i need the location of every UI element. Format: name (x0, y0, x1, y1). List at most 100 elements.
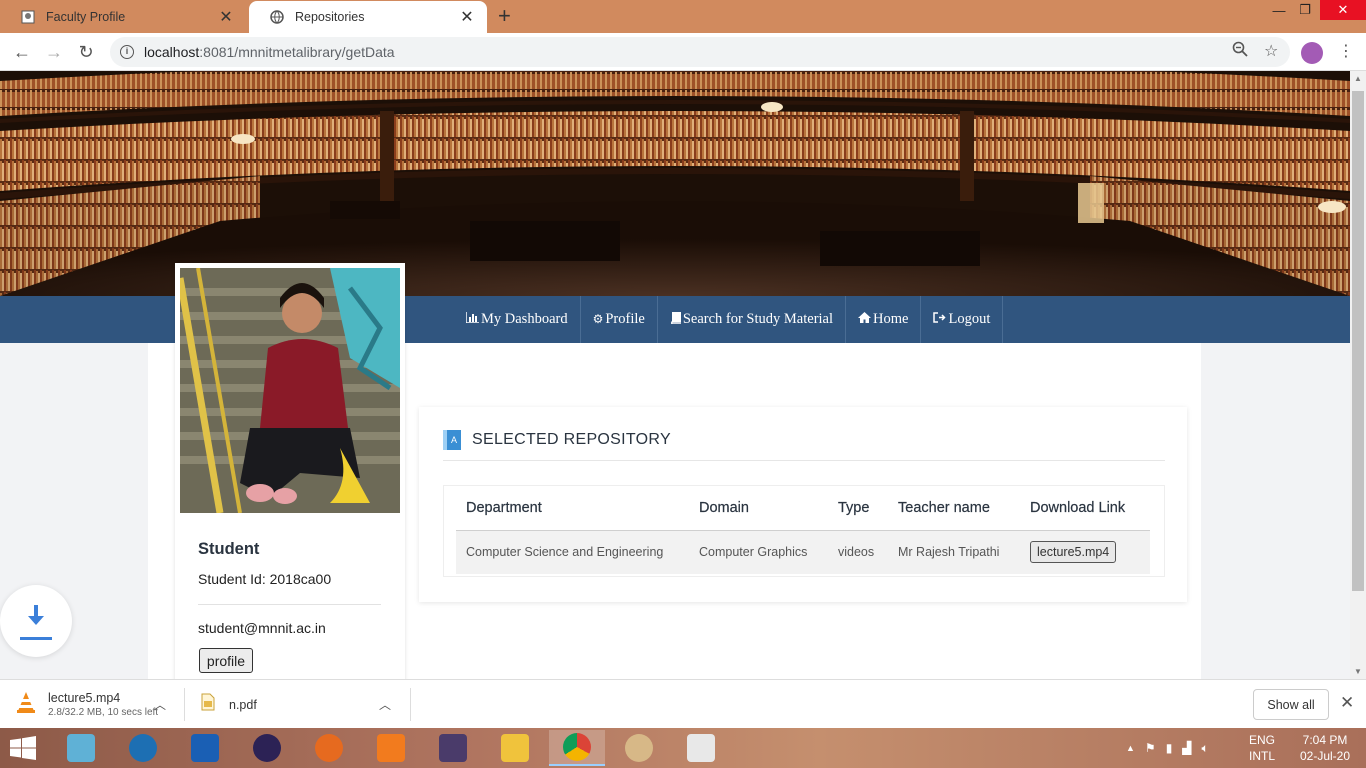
pdf-app-icon (377, 734, 405, 762)
taskbar-app-java-ide[interactable] (425, 730, 481, 766)
forward-arrow-icon[interactable]: → (42, 41, 66, 63)
taskbar-app-viewer[interactable] (673, 730, 729, 766)
download-filename: lecture5.mp4 (48, 691, 121, 705)
clock-time: 7:04 PM (1302, 733, 1348, 747)
tray-wifi-icon[interactable]: ▟ (1182, 741, 1191, 755)
site-info-icon[interactable]: i (120, 45, 134, 59)
book-icon (670, 310, 682, 328)
tray-expand-icon[interactable]: ▲ (1126, 743, 1135, 753)
pdf-file-icon (201, 693, 215, 716)
chevron-up-icon[interactable]: ︿ (379, 696, 391, 713)
taskbar-app-defender[interactable] (177, 730, 233, 766)
taskbar-app-pdf[interactable] (363, 730, 419, 766)
restore-icon[interactable]: ❐ (1294, 0, 1316, 20)
site-favicon-icon (20, 9, 36, 25)
download-separator (410, 688, 411, 721)
repository-table: Department Domain Type Teacher name Down… (456, 486, 1150, 574)
shield-app-icon (191, 734, 219, 762)
language-top: ENG (1249, 733, 1276, 747)
profile-avatar-icon[interactable] (1301, 42, 1323, 64)
window-close-icon[interactable]: ✕ (1320, 0, 1366, 20)
windows-taskbar: ▲ ⚑ ▮ ▟ 🔈︎ ENG INTL 7:04 PM 02-Jul-20 (0, 728, 1366, 768)
profile-card: Student Student Id: 2018ca00 student@mnn… (175, 263, 405, 679)
firefox-app-icon (315, 734, 343, 762)
tab-repositories[interactable]: Repositories ✕ (249, 1, 487, 33)
globe-icon (269, 9, 285, 25)
book-icon: A (443, 430, 461, 450)
folder-app-icon (501, 734, 529, 762)
table-row: Computer Science and Engineering Compute… (456, 530, 1150, 574)
url-text: localhost:8081/mnnitmetalibrary/getData (144, 44, 395, 60)
selected-repository-card: A SELECTED REPOSITORY Department Domain … (419, 407, 1187, 602)
download-filename: n.pdf (229, 697, 257, 712)
taskbar-app-eclipse[interactable] (239, 730, 295, 766)
show-all-button[interactable]: Show all (1253, 689, 1329, 720)
reload-icon[interactable]: ↻ (74, 41, 98, 63)
tray-volume-icon[interactable]: 🔈︎ (1202, 741, 1209, 756)
cell-download: lecture5.mp4 (1020, 530, 1150, 574)
download-separator (184, 688, 185, 721)
nav-home-label: Home (873, 311, 909, 327)
nav-logout-label: Logout (948, 311, 991, 327)
page-viewport: My Dashboard ⚙ Profile Search for Study … (0, 71, 1350, 679)
java-ide-app-icon (439, 734, 467, 762)
nav-profile-label: Profile (605, 311, 645, 327)
bookmark-star-icon[interactable]: ☆ (1264, 41, 1278, 61)
taskbar-clock[interactable]: 7:04 PM 02-Jul-20 (1292, 732, 1358, 764)
close-shelf-icon[interactable]: ✕ (1340, 693, 1354, 713)
profile-button[interactable]: profile (199, 648, 253, 673)
profile-student-id: Student Id: 2018ca00 (198, 571, 332, 587)
menu-kebab-icon[interactable]: ⋮ (1338, 41, 1354, 61)
url-input[interactable]: i localhost:8081/mnnitmetalibrary/getDat… (110, 37, 1290, 67)
paint-app-icon (625, 734, 653, 762)
download-link-button[interactable]: lecture5.mp4 (1030, 541, 1117, 564)
notes-app-icon (67, 734, 95, 762)
taskbar-app-chrome[interactable] (549, 730, 605, 766)
download-status: 2.8/32.2 MB, 10 secs left (48, 707, 159, 718)
vlc-file-icon (16, 691, 36, 718)
download-item-lecture5[interactable]: lecture5.mp4 2.8/32.2 MB, 10 secs left ︿ (16, 680, 176, 729)
zoom-icon[interactable] (1232, 41, 1248, 62)
tab-close-icon[interactable]: ✕ (459, 7, 475, 27)
nav-my-dashboard-label: My Dashboard (481, 311, 568, 327)
language-indicator[interactable]: ENG INTL (1249, 732, 1275, 764)
windows-start-icon[interactable] (8, 736, 38, 760)
taskbar-app-explorer[interactable] (487, 730, 543, 766)
nav-home[interactable]: Home (846, 296, 922, 343)
taskbar-app-notes[interactable] (53, 730, 109, 766)
tab-close-icon[interactable]: ✕ (218, 7, 234, 27)
browser-tab-strip: Faculty Profile ✕ Repositories ✕ + — ❐ ✕ (0, 0, 1366, 33)
home-icon (858, 312, 872, 327)
back-arrow-icon[interactable]: ← (10, 41, 34, 63)
floating-download-button[interactable] (0, 585, 72, 657)
scroll-up-arrow-icon[interactable]: ▲ (1354, 74, 1362, 83)
minimize-icon[interactable]: — (1268, 0, 1290, 20)
nav-logout[interactable]: Logout (921, 296, 1004, 343)
cell-teacher: Mr Rajesh Tripathi (888, 530, 1020, 574)
nav-my-dashboard[interactable]: My Dashboard (454, 296, 581, 343)
scrollbar-thumb[interactable] (1352, 91, 1364, 591)
profile-divider (198, 604, 381, 605)
clock-date: 02-Jul-20 (1299, 749, 1351, 763)
tray-battery-icon[interactable]: ▮ (1166, 741, 1173, 755)
sign-out-icon (933, 312, 947, 327)
tab-faculty-profile[interactable]: Faculty Profile ✕ (0, 1, 246, 33)
nav-search-study-material[interactable]: Search for Study Material (658, 296, 847, 343)
language-bottom: INTL (1249, 749, 1276, 763)
taskbar-app-firefox[interactable] (301, 730, 357, 766)
scroll-down-arrow-icon[interactable]: ▼ (1354, 667, 1362, 676)
cell-department: Computer Science and Engineering (456, 530, 689, 574)
tray-network-warning-icon[interactable]: ⚑ (1145, 741, 1156, 755)
profile-photo (180, 268, 400, 513)
chevron-up-icon[interactable]: ︿ (154, 696, 166, 713)
table-header-row: Department Domain Type Teacher name Down… (456, 486, 1150, 531)
new-tab-button[interactable]: + (498, 5, 511, 27)
download-shelf: lecture5.mp4 2.8/32.2 MB, 10 secs left ︿… (0, 679, 1366, 728)
page-scrollbar[interactable]: ▲ ▼ (1350, 71, 1366, 679)
taskbar-app-paint[interactable] (611, 730, 667, 766)
column-header-domain: Domain (689, 486, 828, 531)
taskbar-app-tools[interactable] (115, 730, 171, 766)
column-header-type: Type (828, 486, 888, 531)
nav-profile[interactable]: ⚙ Profile (581, 296, 658, 343)
download-item-npdf[interactable]: n.pdf ︿ (201, 680, 401, 729)
